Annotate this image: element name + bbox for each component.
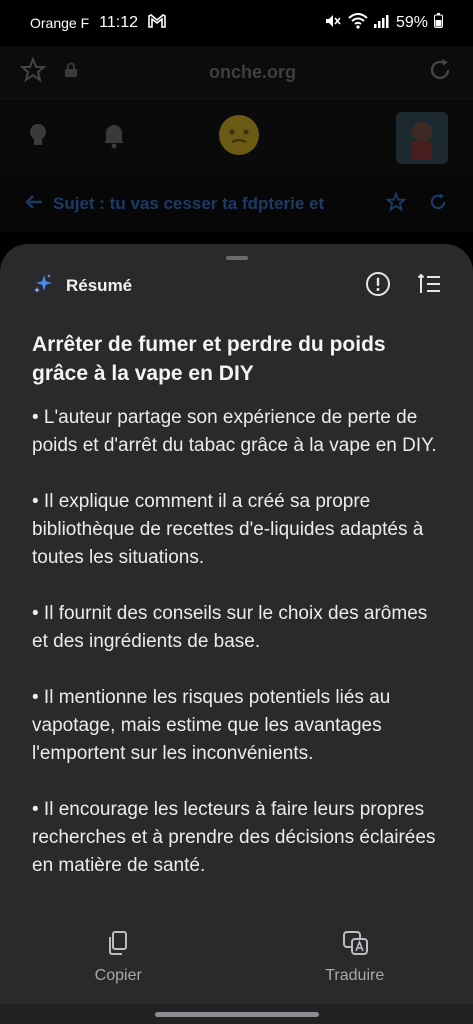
- translate-icon: [341, 930, 369, 961]
- summary-heading: Arrêter de fumer et perdre du poids grâc…: [32, 333, 386, 385]
- favorite-star-icon[interactable]: [384, 190, 408, 217]
- bullet-item: • Il encourage les lecteurs à faire leur…: [32, 799, 436, 876]
- carrier-label: Orange F: [30, 15, 90, 31]
- lightbulb-icon[interactable]: [25, 121, 51, 154]
- wifi-icon: [348, 12, 368, 34]
- translate-button[interactable]: Traduire: [237, 930, 473, 1004]
- copy-label: Copier: [94, 967, 142, 984]
- url-text[interactable]: onche.org: [78, 62, 427, 83]
- refresh-topic-icon[interactable]: [428, 192, 448, 217]
- sheet-header: Résumé: [32, 270, 441, 302]
- bookmark-star-icon[interactable]: [19, 55, 47, 88]
- navigation-bar: [0, 1004, 473, 1024]
- status-bar: Orange F 11:12 59%: [0, 0, 473, 46]
- bullet-item: • Il fournit des conseils sur le choix d…: [32, 603, 428, 652]
- clock: 11:12: [99, 14, 138, 31]
- mute-icon: [324, 13, 342, 34]
- bullet-item: • Il mentionne les risques potentiels li…: [32, 687, 391, 764]
- battery-icon: [434, 13, 443, 33]
- summary-bullets: • L'auteur partage son expérience de per…: [32, 404, 444, 908]
- bell-icon[interactable]: [101, 121, 127, 154]
- topic-header: Sujet : tu vas cesser ta fdpterie et: [0, 176, 473, 232]
- battery-percent: 59%: [395, 14, 428, 31]
- bullet-item: • Il explique comment il a créé sa propr…: [32, 491, 424, 568]
- user-avatar[interactable]: [396, 111, 448, 164]
- info-alert-icon[interactable]: [365, 271, 391, 302]
- list-format-icon[interactable]: [417, 272, 441, 301]
- home-gesture-pill[interactable]: [155, 1012, 319, 1017]
- sheet-title: Résumé: [66, 276, 133, 295]
- translate-label: Traduire: [325, 967, 385, 984]
- reload-icon[interactable]: [427, 57, 453, 88]
- signal-icon: [373, 14, 390, 33]
- emoji-avatar-icon[interactable]: [217, 113, 261, 162]
- gmail-icon: [148, 14, 166, 32]
- summary-sheet: Résumé Arrêter de fumer et perdre du poi…: [0, 244, 473, 1004]
- site-toolbar: [0, 98, 473, 176]
- drag-handle[interactable]: [226, 256, 248, 260]
- back-arrow-icon[interactable]: [25, 194, 43, 215]
- url-bar[interactable]: onche.org: [0, 46, 473, 98]
- topic-title[interactable]: Sujet : tu vas cesser ta fdpterie et: [53, 194, 386, 214]
- bullet-item: • L'auteur partage son expérience de per…: [32, 407, 437, 456]
- sheet-footer: Copier Traduire: [0, 930, 473, 1004]
- copy-button[interactable]: Copier: [0, 930, 237, 1004]
- copy-icon: [106, 930, 130, 961]
- lock-icon: [64, 62, 78, 83]
- sparkle-icon: [32, 273, 54, 300]
